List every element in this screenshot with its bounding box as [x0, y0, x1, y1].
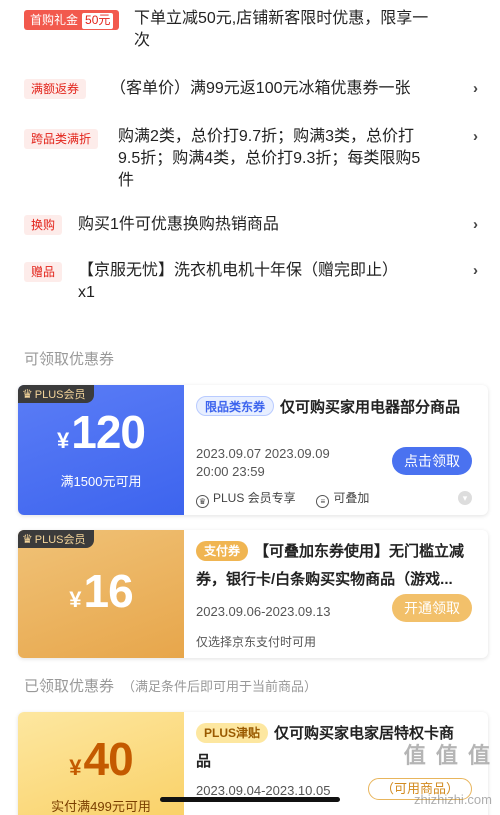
coupon-amount-panel: ♛ PLUS会员 ¥120 满1500元可用	[18, 385, 184, 515]
amount-value: 40	[83, 733, 134, 785]
home-indicator[interactable]	[160, 797, 340, 802]
chevron-right-icon[interactable]: ›	[473, 262, 478, 279]
chevron-right-icon[interactable]: ›	[473, 216, 478, 233]
promo-text: 购买1件可优惠换购热销商品	[78, 216, 279, 233]
coupon-note: 仅选择京东支付时可用	[196, 635, 317, 649]
coupon-title: 限品类东券 仅可购买家用电器部分商品	[196, 394, 478, 422]
activate-claim-button[interactable]: 开通领取	[392, 594, 472, 622]
promo-text-line: 【京服无忧】洗衣机电机十年保（赠完即止）	[78, 262, 399, 279]
coupon-amount: ¥16	[18, 564, 184, 618]
promo-tag: 首购礼金 50元	[24, 10, 120, 30]
coupon-condition: 满1500元可用	[60, 474, 142, 489]
promo-text: 【京服无忧】洗衣机电机十年保（赠完即止） x1	[78, 260, 458, 304]
promo-row-coupon-return[interactable]: 满额返券 （客单价）满99元返100元冰箱优惠券一张 ›	[0, 78, 500, 102]
coupon-details: 支付券 【可叠加东券使用】无门槛立减 券，银行卡/白条购买实物商品（游戏... 2…	[196, 530, 478, 658]
promo-text-line: 件	[118, 172, 135, 189]
chevron-right-icon[interactable]: ›	[473, 128, 478, 145]
coupon-details: 限品类东券 仅可购买家用电器部分商品 2023.09.07 2023.09.09 …	[196, 385, 478, 515]
promo-row-cross-category[interactable]: 跨品类满折 购满2类，总价打9.7折；购满3类，总价打 9.5折；购满4类，总价…	[0, 126, 500, 192]
expand-icon[interactable]: ▾	[458, 491, 472, 505]
currency-symbol: ¥	[69, 587, 82, 612]
plus-member-badge: ♛ PLUS会员	[18, 385, 94, 403]
claim-button[interactable]: 点击领取	[392, 447, 472, 475]
watermark-url: zhizhizhi.com	[413, 792, 492, 807]
promo-tag: 换购	[24, 215, 63, 235]
promo-text-line: x1	[78, 284, 95, 301]
coupon-date-range: 2023.09.06-2023.09.13	[196, 604, 331, 619]
promo-row-exchange[interactable]: 换购 购买1件可优惠换购热销商品 ›	[0, 214, 500, 238]
coupon-type-tag: 支付券	[196, 541, 249, 561]
coupon-date-range: 2023.09.07 2023.09.09 20:00 23:59	[196, 445, 330, 481]
promo-tag: 满额返券	[24, 79, 87, 99]
badge-label: PLUS会员	[34, 389, 86, 401]
stack-icon: ≡	[316, 495, 330, 508]
section-subtitle: （满足条件后即可用于当前商品）	[122, 679, 318, 694]
amount-value: 120	[71, 406, 146, 458]
badge-label: PLUS会员	[34, 534, 86, 546]
crown-icon: ♛	[22, 387, 33, 401]
promo-text-line: 次	[134, 32, 151, 49]
promo-tag-label: 首购礼金	[30, 13, 79, 27]
promo-text-line: 9.5折；购满4类，总价打9.3折；每类限购5	[118, 150, 421, 167]
coupon-amount: ¥40	[18, 732, 184, 786]
stackable-label: 可叠加	[333, 491, 370, 505]
section-title-claimed: 已领取优惠券 （满足条件后即可用于当前商品）	[24, 675, 317, 696]
promo-tag: 跨品类满折	[24, 129, 99, 149]
watermark-logo: 值 值 值	[403, 743, 492, 768]
coupon-title-text: 券，银行卡/白条购买实物商品（游戏...	[196, 571, 453, 588]
coupon-type-tag: PLUS津贴	[196, 723, 269, 743]
promo-tag-amount: 50元	[82, 13, 114, 29]
crown-icon: ♛	[22, 532, 33, 546]
promo-text: 购满2类，总价打9.7折；购满3类，总价打 9.5折；购满4类，总价打9.3折；…	[118, 126, 468, 192]
currency-symbol: ¥	[69, 755, 82, 780]
coupon-amount-panel: ♛ PLUS会员 ¥16	[18, 530, 184, 658]
plus-member-badge: ♛ PLUS会员	[18, 530, 94, 548]
coupon-card: ♛ PLUS会员 ¥16 支付券 【可叠加东券使用】无门槛立减 券，银行卡/白条购买…	[18, 530, 488, 658]
plus-exclusive-label: PLUS 会员专享	[213, 491, 296, 505]
coupon-meta: ♛ PLUS 会员专享 ≡ 可叠加	[196, 489, 369, 508]
coupon-title-text: 仅可购买家用电器部分商品	[280, 399, 461, 416]
amount-value: 16	[83, 565, 134, 617]
coupon-type-tag: 限品类东券	[196, 396, 275, 416]
promo-text: 下单立减50元,店铺新客限时优惠，限享一 次	[134, 8, 464, 52]
section-title-available: 可领取优惠券	[24, 351, 115, 368]
promo-text-line: 购满2类，总价打9.7折；购满3类，总价打	[118, 128, 415, 145]
coupon-title-text: 【可叠加东券使用】无门槛立减	[254, 543, 465, 560]
coupon-date-line: 2023.09.07 2023.09.09	[196, 446, 330, 461]
promo-text: （客单价）满99元返100元冰箱优惠券一张	[110, 80, 411, 97]
coupon-amount: ¥120	[18, 405, 184, 459]
promo-row-gift[interactable]: 赠品 【京服无忧】洗衣机电机十年保（赠完即止） x1 ›	[0, 260, 500, 306]
promo-tag: 赠品	[24, 262, 63, 282]
promo-text-line: 下单立减50元,店铺新客限时优惠，限享一	[134, 10, 429, 27]
coupon-card: ♛ PLUS会员 ¥120 满1500元可用 限品类东券 仅可购买家用电器部分商品 …	[18, 385, 488, 515]
promo-row-first-purchase[interactable]: 首购礼金 50元 下单立减50元,店铺新客限时优惠，限享一 次	[0, 8, 500, 52]
section-title-text: 已领取优惠券	[24, 678, 115, 695]
coupon-date-line: 20:00 23:59	[196, 464, 265, 479]
plus-crown-icon: ♛	[196, 495, 209, 508]
coupon-title: 支付券 【可叠加东券使用】无门槛立减 券，银行卡/白条购买实物商品（游戏...	[196, 538, 478, 594]
chevron-right-icon[interactable]: ›	[473, 80, 478, 97]
currency-symbol: ¥	[57, 428, 70, 453]
